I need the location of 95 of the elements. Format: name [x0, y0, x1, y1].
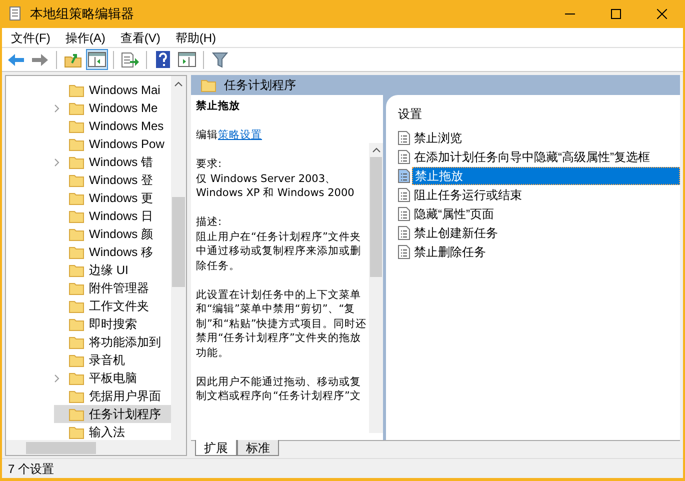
setting-row[interactable]: 禁止浏览 [398, 128, 680, 147]
tree-item[interactable]: Windows Mes [54, 117, 171, 135]
horizontal-scrollbar[interactable] [6, 440, 186, 455]
tree-item[interactable]: Windows 移 [54, 243, 171, 261]
description-text: 要求: [196, 157, 222, 172]
folder-icon [69, 282, 84, 294]
tree-item[interactable]: Windows 日 [54, 207, 171, 225]
description-text: 此设置在计划任务中的上下文菜单 [196, 288, 361, 302]
window-title: 本地组策略编辑器 [30, 5, 134, 24]
policy-settings-link[interactable]: 策略设置 [218, 129, 262, 141]
tree-item[interactable]: Windows 更 [54, 189, 171, 207]
scrollbar-thumb[interactable] [172, 197, 185, 287]
folder-icon [201, 78, 216, 92]
description-text: 禁用“任务计划程序”文件夹的拖放 [196, 331, 361, 346]
setting-row[interactable]: 禁止删除任务 [398, 242, 680, 261]
folder-icon [69, 246, 84, 258]
tree-item[interactable]: 平板电脑 [54, 369, 171, 387]
column-header: 设置 [398, 106, 423, 123]
edit-label: 编辑 [196, 129, 218, 141]
tree-item[interactable]: Windows Me [54, 99, 171, 117]
folder-icon [69, 210, 84, 222]
tree-item[interactable]: Windows 错 [54, 153, 171, 171]
help-icon[interactable] [156, 51, 170, 68]
folder-icon [69, 318, 84, 330]
folder-icon [69, 300, 84, 312]
document-icon [398, 188, 410, 202]
scrollbar-thumb[interactable] [26, 442, 96, 454]
folder-icon [69, 120, 84, 132]
document-icon [398, 206, 410, 220]
chevron-right-icon[interactable] [54, 158, 60, 166]
setting-row[interactable]: 阻止任务运行或结束 [398, 185, 680, 204]
menu-item[interactable]: 操作(A) [58, 28, 112, 46]
folder-icon [69, 228, 84, 240]
folder-icon [69, 174, 84, 186]
chevron-right-icon[interactable] [54, 104, 60, 112]
description-text: Windows XP 和 Windows 2000 [196, 186, 354, 200]
folder-icon [69, 264, 84, 276]
tree-item[interactable]: 工作文件夹 [54, 297, 171, 315]
scrollbar-thumb[interactable] [370, 157, 382, 277]
description-text: 阻止用户在“任务计划程序”文件夹 [196, 230, 361, 244]
description-text: 仅 Windows Server 2003、 [196, 172, 336, 186]
document-icon [398, 226, 410, 240]
tree-item[interactable]: Windows Pow [54, 135, 171, 153]
setting-row[interactable]: 隐藏“属性”页面 [398, 204, 680, 223]
description-text: 中通过移动或复制程序来添加或删 [196, 244, 361, 258]
forward-arrow-icon[interactable] [31, 52, 49, 66]
menu-item[interactable]: 文件(F) [4, 28, 58, 46]
setting-row[interactable]: 在添加计划任务向导中隐藏“高级属性”复选框 [398, 147, 680, 166]
scroll-up-icon[interactable] [174, 81, 183, 87]
folder-icon [69, 156, 84, 168]
description-text: 因此用户不能通过拖动、移动或复 [196, 374, 361, 389]
setting-row[interactable]: 禁止创建新任务 [398, 223, 680, 242]
description-text: 制文档或程序向“任务计划程序”文 [196, 389, 361, 404]
folder-icon [69, 138, 84, 150]
document-icon [398, 150, 410, 164]
tree-item[interactable]: Windows 登 [54, 171, 171, 189]
back-arrow-icon[interactable] [7, 52, 25, 66]
vertical-scrollbar[interactable] [369, 143, 383, 433]
tree-item[interactable]: 任务计划程序 [54, 405, 171, 423]
chevron-right-icon[interactable] [54, 374, 60, 382]
header-title: 任务计划程序 [224, 77, 296, 94]
tree-item[interactable]: Windows 颜 [54, 225, 171, 243]
tree-item[interactable]: 凭据用户界面 [54, 387, 171, 405]
folder-icon [69, 354, 84, 366]
tab[interactable]: 扩展 [195, 440, 237, 456]
description-text: 描述: [196, 215, 222, 230]
folder-icon [69, 390, 84, 402]
menu-item[interactable]: 查看(V) [113, 28, 168, 46]
scroll-up-icon[interactable] [372, 147, 380, 153]
document-icon [398, 130, 410, 144]
vertical-scrollbar[interactable] [171, 76, 186, 440]
tab[interactable]: 标准 [237, 440, 279, 456]
menu-item[interactable]: 帮助(H) [168, 28, 223, 46]
description-text: 制”和“粘贴”快捷方式项目。同时还 [196, 316, 366, 331]
description-text: 除任务。 [196, 258, 240, 273]
document-icon [398, 168, 410, 182]
folder-icon [69, 84, 84, 96]
tree-item[interactable]: 将功能添加到 [54, 333, 171, 351]
document-icon [398, 244, 410, 258]
tree-item[interactable]: 输入法 [54, 423, 171, 440]
tree-item[interactable]: 录音机 [54, 351, 171, 369]
close-icon [657, 9, 667, 19]
folder-icon [69, 336, 84, 348]
tree-item[interactable]: 边缘 UI [54, 261, 171, 279]
tree-item[interactable]: 即时搜索 [54, 315, 171, 333]
folder-icon [69, 192, 84, 204]
tree-item[interactable]: 附件管理器 [54, 279, 171, 297]
description-text: 和“编辑”菜单中禁用“剪切”、“复 [196, 302, 356, 316]
folder-icon [69, 408, 84, 420]
folder-icon [69, 372, 84, 384]
folder-icon [69, 102, 84, 114]
tree-item[interactable]: Windows Mai [54, 81, 171, 99]
policy-title: 禁止拖放 [196, 99, 241, 114]
maximize-icon [611, 9, 621, 19]
description-text: 功能。 [196, 346, 229, 360]
